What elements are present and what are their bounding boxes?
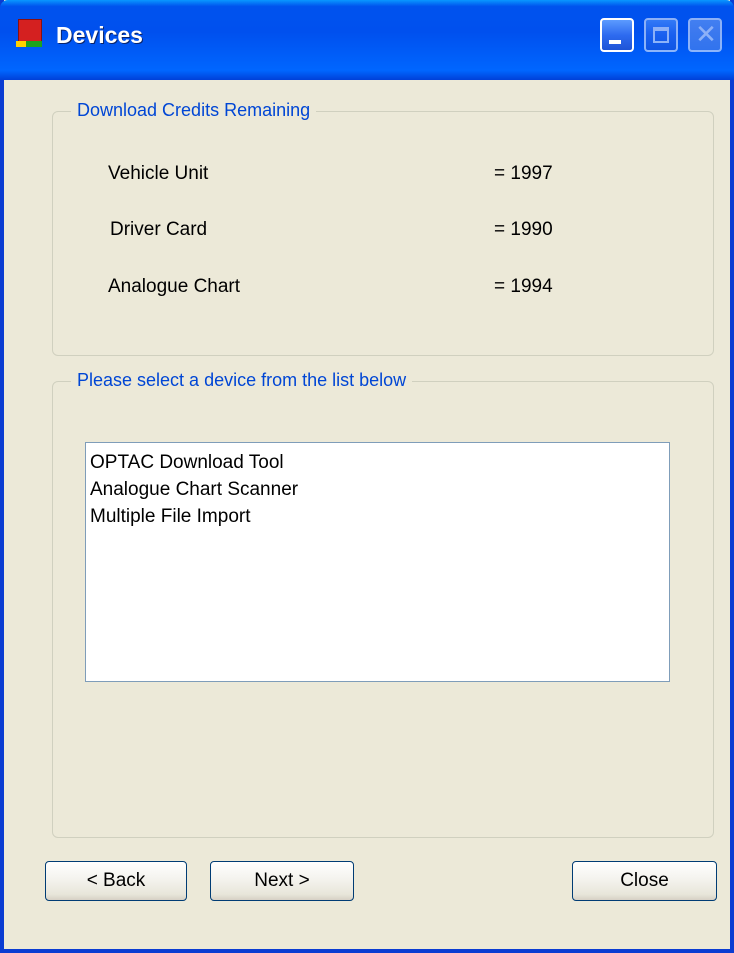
- minimize-icon: [609, 40, 621, 44]
- close-window-button: ✕: [688, 18, 722, 52]
- driver-card-label: Driver Card: [110, 219, 208, 240]
- window-title: Devices: [56, 22, 143, 48]
- driver-card-value: = 1990: [494, 219, 553, 240]
- maximize-icon: [653, 27, 669, 43]
- devices-legend: Please select a device from the list bel…: [71, 370, 413, 391]
- device-listbox[interactable]: OPTAC Download Tool Analogue Chart Scann…: [85, 442, 670, 682]
- analogue-chart-value: = 1994: [494, 276, 553, 297]
- application-icon: [16, 19, 44, 49]
- credits-legend: Download Credits Remaining: [71, 100, 317, 121]
- analogue-chart-label: Analogue Chart: [108, 276, 241, 297]
- maximize-button: [644, 18, 678, 52]
- next-button[interactable]: Next >: [210, 861, 354, 901]
- list-item[interactable]: Analogue Chart Scanner: [90, 476, 665, 503]
- vehicle-unit-value: = 1997: [494, 163, 553, 184]
- vehicle-unit-label: Vehicle Unit: [108, 163, 209, 184]
- title-bar[interactable]: Devices ✕: [0, 0, 734, 80]
- minimize-button[interactable]: [600, 18, 634, 52]
- devices-window: Devices ✕ Download Credits Remaining Veh…: [0, 0, 734, 953]
- close-icon: ✕: [695, 20, 717, 50]
- close-button[interactable]: Close: [572, 861, 717, 901]
- list-item[interactable]: Multiple File Import: [90, 503, 665, 530]
- list-item[interactable]: OPTAC Download Tool: [90, 449, 665, 476]
- back-button[interactable]: < Back: [45, 861, 187, 901]
